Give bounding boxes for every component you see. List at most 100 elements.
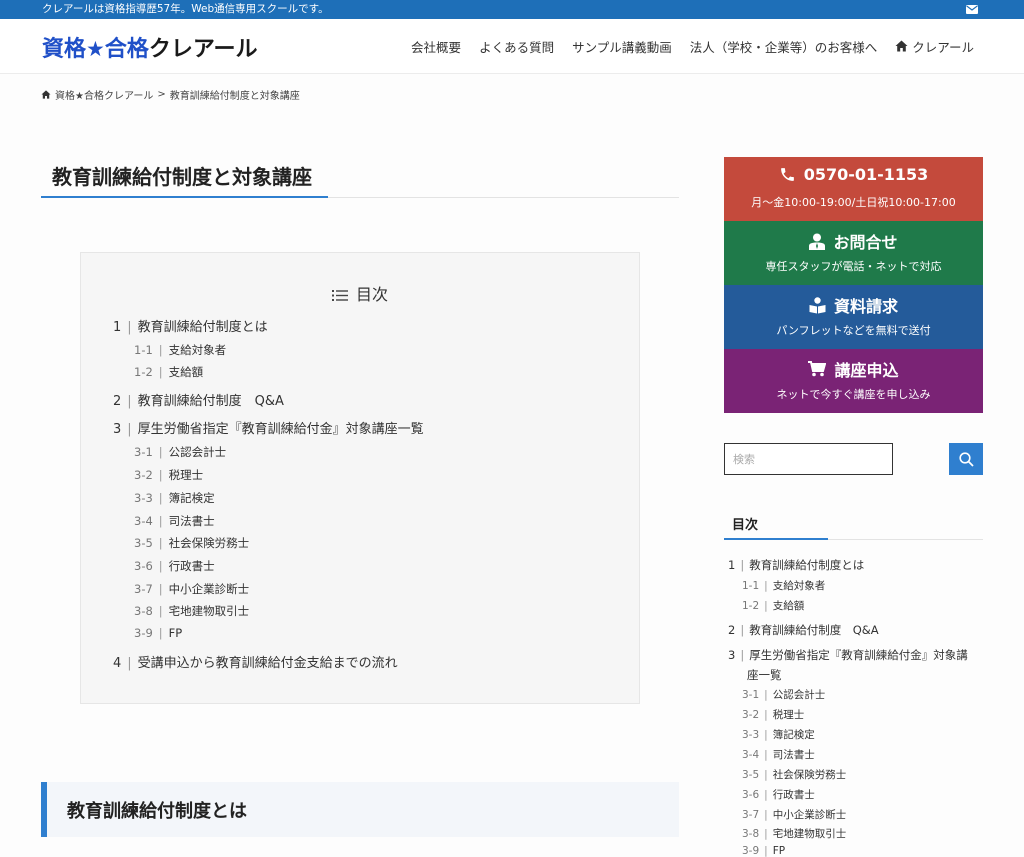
sidebar-toc-item[interactable]: 1-2 | 支給額 xyxy=(742,598,804,613)
phone-cta-button[interactable]: 0570-01-1153 月～金10:00-19:00/土日祝10:00-17:… xyxy=(724,157,983,221)
toc-item-label: 宅地建物取引士 xyxy=(168,604,250,618)
logo-text-shikaku: 資格 xyxy=(42,37,87,62)
table-of-contents: 目次 1 | 教育訓練給付制度とは 1-1 | 支給対象者 1-2 | 支給額 2 | 教育訓練… xyxy=(80,252,640,704)
sidebar-toc-item[interactable]: 3-1 | 公認会計士 xyxy=(742,687,825,702)
apply-sub: ネットで今すぐ講座を申し込み xyxy=(776,388,931,401)
logo-text-goukaku: 合格 xyxy=(104,37,149,62)
toc-item-number: 3-2 xyxy=(742,709,760,721)
breadcrumb-current: 教育訓練給付制度と対象講座 xyxy=(169,91,300,102)
toc-item-label: 教育訓練給付制度とは xyxy=(137,320,268,335)
toc-item-number: 3-9 xyxy=(742,845,760,857)
toc-item-label: 受講申込から教育訓練給付金支給までの流れ xyxy=(137,656,398,671)
toc-item-number: 3-7 xyxy=(742,809,760,821)
apply-label: 講座申込 xyxy=(834,361,899,380)
toc-item-number: 3 xyxy=(113,422,122,437)
toc-item[interactable]: 4 | 受講申込から教育訓練給付金支給までの流れ xyxy=(113,652,398,671)
toc-item[interactable]: 3-2 | 税理士 xyxy=(134,467,203,483)
toc-item[interactable]: 3-8 | 宅地建物取引士 xyxy=(134,603,249,619)
breadcrumb-home[interactable]: 資格★合格クレアール xyxy=(55,87,153,102)
sidebar-toc-item[interactable]: 2 | 教育訓練給付制度 Q&A xyxy=(728,622,879,638)
sidebar-toc-item[interactable]: 3-5 | 社会保険労務士 xyxy=(742,767,846,782)
toc-item[interactable]: 3 | 厚生労働省指定『教育訓練給付金』対象講座一覧 xyxy=(113,418,424,437)
nav-corporate[interactable]: 法人（学校・企業等）のお客様へ xyxy=(690,37,878,56)
toc-item-label: 公認会計士 xyxy=(168,445,227,459)
toc-item-label: 教育訓練給付制度 Q&A xyxy=(137,394,284,409)
toc-item[interactable]: 3-3 | 簿記検定 xyxy=(134,490,215,506)
nav-faq[interactable]: よくある質問 xyxy=(479,37,554,56)
sidebar-toc-item[interactable]: 1 | 教育訓練給付制度とは xyxy=(728,557,864,573)
nav-home[interactable]: クレアール xyxy=(895,37,974,56)
search-input[interactable] xyxy=(724,443,893,475)
nav-company[interactable]: 会社概要 xyxy=(411,37,461,56)
sidebar-toc-item[interactable]: 3 | 厚生労働省指定『教育訓練給付金』対象講 xyxy=(728,647,968,663)
toc-item-label: 司法書士 xyxy=(772,749,815,761)
home-icon xyxy=(895,40,908,52)
toc-item-number: 1 xyxy=(728,558,736,572)
toc-item-label: 社会保険労務士 xyxy=(168,536,250,550)
toc-item-number: 3-8 xyxy=(134,604,153,618)
toc-item-label: 税理士 xyxy=(168,468,204,482)
sidebar-toc-item[interactable]: 3-4 | 司法書士 xyxy=(742,747,815,762)
toc-item[interactable]: 3-5 | 社会保険労務士 xyxy=(134,535,249,551)
mail-icon[interactable] xyxy=(966,5,978,14)
toc-item-label: 簿記検定 xyxy=(168,491,215,505)
contact-label: お問合せ xyxy=(833,233,898,252)
sidebar-toc-item[interactable]: 3-7 | 中小企業診断士 xyxy=(742,807,846,822)
toc-item-number: 4 xyxy=(113,656,122,671)
breadcrumb-separator: > xyxy=(157,89,166,100)
toc-item-label: 社会保険労務士 xyxy=(772,769,847,781)
sidebar-toc-item[interactable]: 3-8 | 宅地建物取引士 xyxy=(742,826,846,841)
toc-item-number: 3-5 xyxy=(742,769,760,781)
toc-item-label: 簿記検定 xyxy=(772,729,815,741)
sidebar-toc-item[interactable]: 3-2 | 税理士 xyxy=(742,707,804,722)
toc-item-number: 2 xyxy=(728,623,736,637)
toc-item[interactable]: 1 | 教育訓練給付制度とは xyxy=(113,316,268,335)
toc-item-number: 3-4 xyxy=(742,749,760,761)
toc-item-number: 1-1 xyxy=(742,580,760,592)
toc-item-label: 教育訓練給付制度 Q&A xyxy=(749,623,879,637)
sidebar-toc-item[interactable]: 3-3 | 簿記検定 xyxy=(742,727,815,742)
sidebar-toc-item-wrap: 座一覧 xyxy=(747,668,782,682)
sidebar-toc-underline xyxy=(724,538,828,540)
brochure-label: 資料請求 xyxy=(833,297,898,316)
sidebar-toc-item[interactable]: 3-9 | FP xyxy=(742,845,785,857)
toc-title: 目次 xyxy=(81,281,639,305)
toc-item-label: 厚生労働省指定『教育訓練給付金』対象講 xyxy=(749,648,968,662)
toc-item[interactable]: 1-2 | 支給額 xyxy=(134,364,203,380)
section-heading: 教育訓練給付制度とは xyxy=(41,782,679,837)
toc-item-label: 支給額 xyxy=(168,365,204,379)
toc-item[interactable]: 3-4 | 司法書士 xyxy=(134,513,215,529)
sidebar-toc-item[interactable]: 3-6 | 行政書士 xyxy=(742,787,815,802)
toc-item-label: 司法書士 xyxy=(168,514,215,528)
title-underline xyxy=(41,196,328,198)
sidebar-toc-item[interactable]: 1-1 | 支給対象者 xyxy=(742,578,825,593)
toc-item[interactable]: 3-9 | FP xyxy=(134,626,182,640)
toc-item-number: 1-2 xyxy=(742,600,760,612)
list-icon xyxy=(331,290,348,301)
toc-item-number: 3-3 xyxy=(134,491,153,505)
toc-item-number: 3-8 xyxy=(742,828,760,840)
apply-cta-button[interactable]: 講座申込 ネットで今すぐ講座を申し込み xyxy=(724,349,983,413)
phone-number: 0570-01-1153 xyxy=(803,165,929,184)
toc-item-label: 支給対象者 xyxy=(772,580,826,592)
toc-item[interactable]: 1-1 | 支給対象者 xyxy=(134,342,226,358)
toc-item[interactable]: 3-6 | 行政書士 xyxy=(134,558,215,574)
toc-item-label: 宅地建物取引士 xyxy=(772,828,847,840)
notice-text: クレアールは資格指導歴57年。Web通信専用スクールです。 xyxy=(42,3,329,15)
toc-item[interactable]: 3-7 | 中小企業診断士 xyxy=(134,581,249,597)
toc-item-label: 支給額 xyxy=(772,600,805,612)
brochure-cta-button[interactable]: 資料請求 パンフレットなどを無料で送付 xyxy=(724,285,983,349)
section-heading-text: 教育訓練給付制度とは xyxy=(67,801,247,822)
nav-sample-video[interactable]: サンプル講義動画 xyxy=(572,37,672,56)
toc-item-number: 3 xyxy=(728,648,736,662)
contact-cta-button[interactable]: お問合せ 専任スタッフが電話・ネットで対応 xyxy=(724,221,983,285)
toc-item[interactable]: 2 | 教育訓練給付制度 Q&A xyxy=(113,390,284,409)
sidebar-toc-header: 目次 xyxy=(724,502,983,540)
global-nav: 会社概要 よくある質問 サンプル講義動画 法人（学校・企業等）のお客様へ クレア… xyxy=(393,19,974,73)
page-title: 教育訓練給付制度と対象講座 xyxy=(52,165,312,189)
toc-item-number: 1-2 xyxy=(134,365,153,379)
search-button[interactable] xyxy=(949,443,983,475)
toc-item-label: 中小企業診断士 xyxy=(168,582,250,596)
toc-item[interactable]: 3-1 | 公認会計士 xyxy=(134,444,226,460)
site-logo[interactable]: 資格★合格クレアール xyxy=(42,31,258,62)
